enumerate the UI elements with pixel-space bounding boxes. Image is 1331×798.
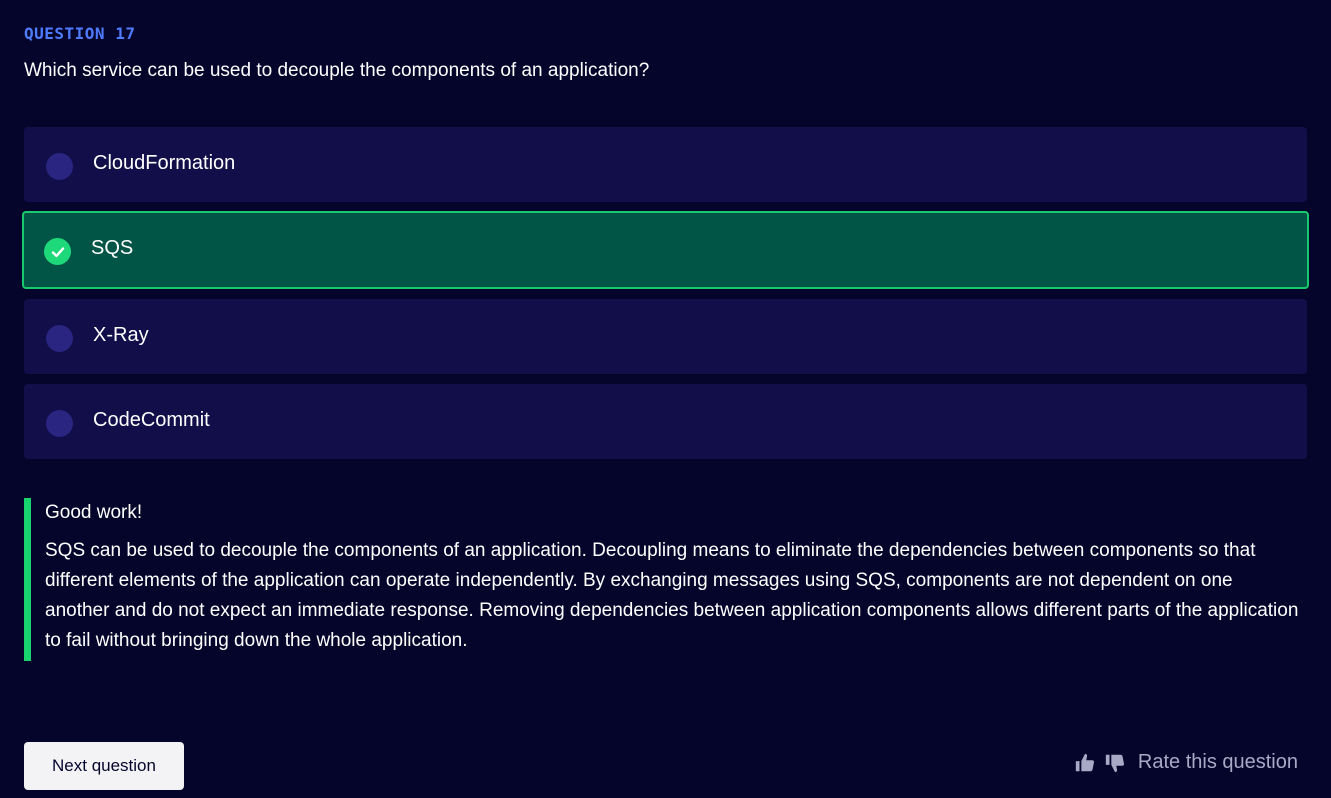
option-cloudformation[interactable]: CloudFormation: [24, 127, 1307, 202]
answer-options: CloudFormation SQS X-Ray CodeCommit: [22, 127, 1309, 469]
question-text: Which service can be used to decouple th…: [24, 60, 650, 81]
feedback-title: Good work!: [45, 502, 143, 523]
feedback-panel: Good work! SQS can be used to decouple t…: [24, 498, 1307, 661]
option-sqs[interactable]: SQS: [22, 211, 1309, 289]
option-label: CloudFormation: [93, 151, 236, 174]
thumbs-up-icon[interactable]: [1074, 752, 1096, 774]
rate-question: Rate this question: [1074, 751, 1298, 774]
option-label: X-Ray: [93, 323, 149, 346]
rate-label[interactable]: Rate this question: [1138, 751, 1298, 774]
option-label: CodeCommit: [93, 408, 210, 431]
next-question-button[interactable]: Next question: [24, 742, 184, 790]
thumbs-down-icon[interactable]: [1104, 752, 1126, 774]
radio-icon[interactable]: [46, 324, 73, 352]
check-circle-icon[interactable]: [44, 238, 71, 265]
radio-icon[interactable]: [46, 409, 73, 437]
option-codecommit[interactable]: CodeCommit: [24, 384, 1307, 459]
option-x-ray[interactable]: X-Ray: [24, 299, 1307, 374]
radio-icon[interactable]: [46, 152, 73, 180]
feedback-explanation: SQS can be used to decouple the componen…: [45, 540, 1299, 651]
question-label: QUESTION 17: [24, 24, 136, 43]
option-label: SQS: [91, 237, 134, 259]
